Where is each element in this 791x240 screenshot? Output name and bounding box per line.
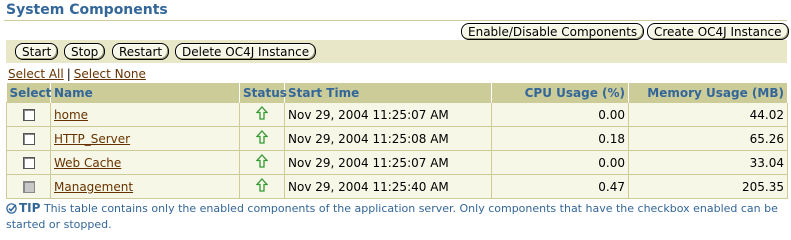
cpu-usage-cell: 0.00 [491,150,629,175]
status-cell [239,174,285,199]
component-name-link[interactable]: Management [54,180,133,194]
memory-usage-cell: 65.26 [628,126,788,151]
section-title: System Components [6,2,168,18]
memory-usage-cell: 44.02 [628,102,788,127]
title-divider [4,20,787,21]
memory-usage-cell: 205.35 [628,174,788,199]
status-cell [239,150,285,175]
name-cell: HTTP_Server [50,126,240,151]
column-header-select: Select [6,83,51,103]
table-row: HTTP_Server Nov 29, 2004 11:25:08 AM 0.18 6… [6,126,788,151]
tip-message: TIP This table contains only the enabled… [6,201,786,232]
enable-disable-components-button[interactable]: Enable/Disable Components [461,23,645,40]
status-up-arrow-icon [255,178,269,195]
stop-button[interactable]: Stop [64,43,106,60]
start-time-cell: Nov 29, 2004 11:25:07 AM [284,150,492,175]
select-cell [6,126,51,151]
cpu-usage-cell: 0.00 [491,102,629,127]
column-header-start-time: Start Time [284,83,492,103]
cpu-usage-cell: 0.18 [491,126,629,151]
tip-label: TIP [19,201,41,215]
memory-usage-cell: 33.04 [628,150,788,175]
start-time-cell: Nov 29, 2004 11:25:08 AM [284,126,492,151]
select-cell [6,174,51,199]
system-components-page: System Components Enable/Disable Compone… [0,0,791,233]
name-cell: Management [50,174,240,199]
table-row: Web Cache Nov 29, 2004 11:25:07 AM 0.00 33.… [6,150,788,175]
status-cell [239,126,285,151]
select-links: Select All | Select None [8,67,146,81]
name-cell: Web Cache [50,150,240,175]
restart-button[interactable]: Restart [112,43,170,60]
status-up-arrow-icon [255,154,269,171]
column-header-status: Status [239,83,287,103]
select-all-link[interactable]: Select All [8,67,64,81]
component-name-link[interactable]: HTTP_Server [54,132,130,146]
components-table: Select Name Status Start Time CPU Usage … [6,83,788,199]
column-header-cpu-usage: CPU Usage (%) [491,83,629,103]
row-select-checkbox[interactable] [22,109,35,121]
start-button[interactable]: Start [15,43,59,60]
row-select-checkbox[interactable] [22,157,35,169]
table-row: home Nov 29, 2004 11:25:07 AM 0.00 44.02 [6,102,788,127]
create-oc4j-instance-button[interactable]: Create OC4J Instance [647,23,789,40]
table-body: home Nov 29, 2004 11:25:07 AM 0.00 44.02 HTT… [6,102,788,199]
name-cell: home [50,102,240,127]
row-select-checkbox [22,181,35,193]
select-cell [6,150,51,175]
select-links-separator: | [66,67,71,81]
checkmark-tip-icon [6,203,17,218]
component-name-link[interactable]: Web Cache [54,156,121,170]
column-header-memory-usage: Memory Usage (MB) [628,83,788,103]
status-up-arrow-icon [255,106,269,123]
column-header-name: Name [50,83,240,103]
delete-oc4j-instance-button[interactable]: Delete OC4J Instance [175,43,317,60]
start-time-cell: Nov 29, 2004 11:25:40 AM [284,174,492,199]
status-cell [239,102,285,127]
cpu-usage-cell: 0.47 [491,174,629,199]
row-select-checkbox[interactable] [22,133,35,145]
status-up-arrow-icon [255,130,269,147]
select-cell [6,102,51,127]
select-none-link[interactable]: Select None [74,67,146,81]
component-name-link[interactable]: home [54,108,88,122]
tip-text: This table contains only the enabled com… [6,202,778,231]
table-header-row: Select Name Status Start Time CPU Usage … [6,83,788,103]
table-row: Management Nov 29, 2004 11:25:40 AM 0.47 20… [6,174,788,199]
start-time-cell: Nov 29, 2004 11:25:07 AM [284,102,492,127]
